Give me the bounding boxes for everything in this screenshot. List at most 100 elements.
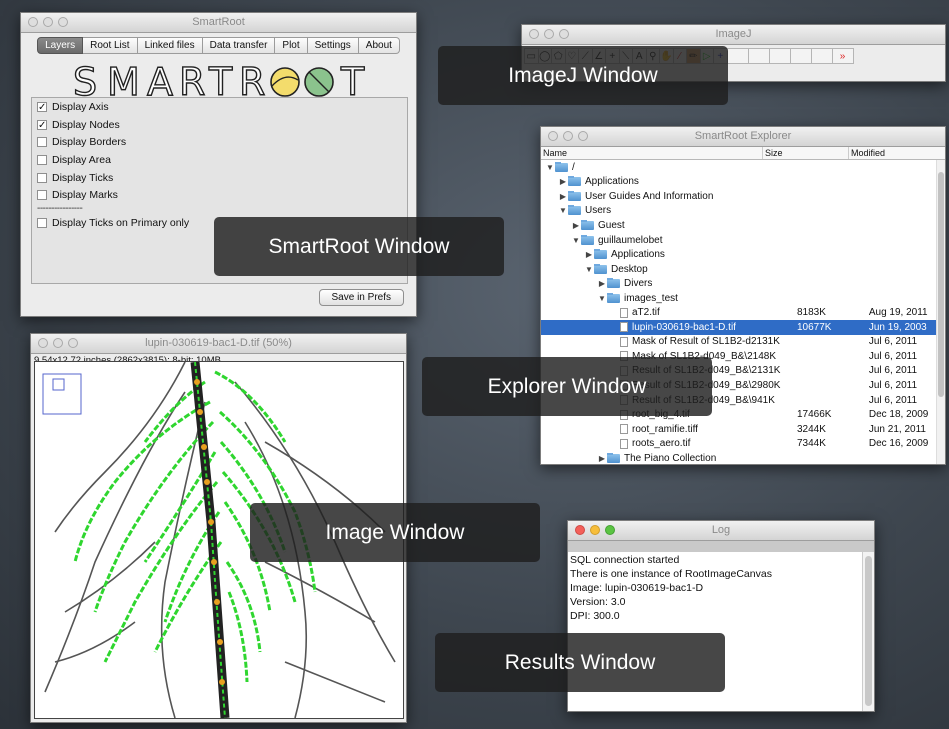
checkbox[interactable] (37, 190, 47, 201)
option-display-nodes[interactable]: ✓ Display Nodes (32, 116, 407, 134)
checkbox[interactable]: ✓ (37, 119, 47, 130)
tab-plot[interactable]: Plot (275, 37, 308, 54)
tree-name-cell: ▼ Users (541, 205, 774, 216)
empty-slot-icon[interactable] (747, 48, 770, 64)
tree-folder-row[interactable]: ▶ The Piano Collection (541, 451, 945, 464)
tree-item-label: guillaumelobet (598, 234, 663, 246)
explorer-titlebar[interactable]: SmartRoot Explorer (541, 127, 945, 147)
checkbox[interactable]: ✓ (37, 101, 47, 112)
zoom-button[interactable] (578, 131, 588, 141)
option-display-ticks[interactable]: Display Ticks (32, 169, 407, 187)
svg-text:R: R (239, 60, 265, 102)
tree-folder-row[interactable]: ▼ images_test (541, 291, 945, 306)
vertical-scrollbar[interactable] (936, 160, 945, 464)
folder-icon (607, 278, 620, 289)
minimize-button[interactable] (43, 17, 53, 27)
zoom-button[interactable] (68, 338, 78, 348)
tree-folder-row[interactable]: ▶ User Guides And Information (541, 189, 945, 204)
tree-file-row[interactable]: aT2.tif 8183K Aug 19, 2011 (541, 305, 945, 320)
log-scrollbar[interactable] (862, 552, 874, 711)
close-button[interactable] (548, 131, 558, 141)
log-titlebar[interactable]: Log (568, 521, 874, 541)
option-display-borders[interactable]: Display Borders (32, 133, 407, 151)
tab-data-transfer[interactable]: Data transfer (202, 37, 276, 54)
column-modified[interactable]: Modified (849, 147, 941, 159)
zoom-button[interactable] (58, 17, 68, 27)
tree-folder-row[interactable]: ▶ Applications (541, 247, 945, 262)
scrollbar-thumb[interactable] (938, 172, 944, 397)
column-name[interactable]: Name (541, 147, 763, 159)
disclosure-expanded-icon[interactable]: ▼ (597, 294, 607, 303)
folder-icon (607, 452, 620, 463)
empty-slot-icon[interactable] (810, 48, 833, 64)
option-display-axis[interactable]: ✓ Display Axis (32, 98, 407, 116)
close-button[interactable] (575, 525, 585, 535)
checkbox[interactable] (37, 137, 47, 148)
minimize-button[interactable] (544, 29, 554, 39)
tab-settings[interactable]: Settings (307, 37, 359, 54)
tab-linked-files[interactable]: Linked files (137, 37, 203, 54)
checkbox[interactable] (37, 217, 47, 228)
image-titlebar[interactable]: lupin-030619-bac1-D.tif (50%) (31, 334, 406, 354)
tab-about[interactable]: About (358, 37, 400, 54)
disclosure-collapsed-icon[interactable]: ▶ (571, 221, 581, 230)
tree-file-row[interactable]: Mask of Result of SL1B2-d2131K Jul 6, 201… (541, 335, 945, 350)
disclosure-expanded-icon[interactable]: ▼ (545, 163, 555, 172)
empty-slot-icon[interactable] (789, 48, 812, 64)
tree-name-cell: root_ramifie.tiff (541, 424, 797, 435)
window-controls (529, 29, 569, 39)
option-display-area[interactable]: Display Area (32, 151, 407, 169)
tree-folder-row[interactable]: ▼ Desktop (541, 262, 945, 277)
more-tools-icon[interactable]: » (831, 48, 854, 64)
tree-folder-row[interactable]: ▶ Applications (541, 175, 945, 190)
disclosure-expanded-icon[interactable]: ▼ (584, 265, 594, 274)
option-display-marks[interactable]: Display Marks (32, 186, 407, 204)
empty-slot-icon[interactable] (768, 48, 791, 64)
zoom-button[interactable] (559, 29, 569, 39)
imagej-titlebar[interactable]: ImageJ (522, 25, 945, 45)
save-in-prefs-button[interactable]: Save in Prefs (318, 289, 404, 306)
tree-folder-row[interactable]: ▼ / (541, 160, 945, 175)
column-size[interactable]: Size (763, 147, 849, 159)
checkbox[interactable] (37, 172, 47, 183)
tree-size-cell: 3244K (796, 423, 826, 435)
disclosure-collapsed-icon[interactable]: ▶ (597, 279, 607, 288)
minimize-button[interactable] (53, 338, 63, 348)
disclosure-collapsed-icon[interactable]: ▶ (558, 177, 568, 186)
disclosure-collapsed-icon[interactable]: ▶ (584, 250, 594, 259)
close-button[interactable] (28, 17, 38, 27)
close-button[interactable] (529, 29, 539, 39)
disclosure-expanded-icon[interactable]: ▼ (558, 206, 568, 215)
option-label: Display Borders (52, 136, 127, 149)
smartroot-titlebar[interactable]: SmartRoot (21, 13, 416, 33)
window-title: Log (711, 524, 731, 536)
empty-slot-icon[interactable] (726, 48, 749, 64)
tree-folder-row[interactable]: ▶ Divers (541, 276, 945, 291)
minimize-button[interactable] (590, 525, 600, 535)
close-button[interactable] (38, 338, 48, 348)
tab-layers[interactable]: Layers (37, 37, 84, 54)
scrollbar-thumb[interactable] (865, 556, 872, 706)
tree-folder-row[interactable]: ▼ Users (541, 204, 945, 219)
tree-folder-row[interactable]: ▼ guillaumelobet (541, 233, 945, 248)
window-title: SmartRoot (192, 16, 245, 28)
tree-file-row[interactable]: roots_aero.tif 7344K Dec 16, 2009 (541, 436, 945, 451)
disclosure-expanded-icon[interactable]: ▼ (571, 236, 581, 245)
minimize-button[interactable] (563, 131, 573, 141)
zoom-button[interactable] (605, 525, 615, 535)
file-tree: ▼ / ▶ Applications ▶ User Guides And Informat… (541, 160, 945, 464)
file-icon (620, 336, 628, 347)
checkbox[interactable] (37, 154, 47, 165)
navigator-view (52, 378, 65, 391)
disclosure-collapsed-icon[interactable]: ▶ (597, 454, 607, 463)
tree-file-row[interactable]: root_ramifie.tiff 3244K Jun 21, 2011 (541, 422, 945, 437)
disclosure-collapsed-icon[interactable]: ▶ (558, 192, 568, 201)
tab-root-list[interactable]: Root List (83, 37, 138, 54)
tree-modified-cell: Aug 19, 2011 (868, 307, 928, 319)
folder-icon (581, 219, 594, 230)
tree-name-cell: ▼ / (541, 161, 766, 173)
tree-file-row[interactable]: lupin-030619-bac1-D.tif 10677K Jun 19, 200… (541, 320, 945, 335)
tree-item-label: / (572, 161, 575, 173)
tree-folder-row[interactable]: ▶ Guest (541, 218, 945, 233)
folder-icon (594, 249, 607, 260)
